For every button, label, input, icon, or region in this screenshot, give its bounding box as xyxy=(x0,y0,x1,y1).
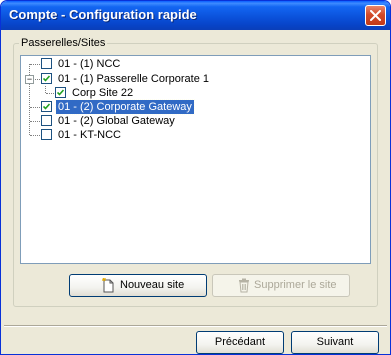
close-button[interactable] xyxy=(365,5,386,26)
new-site-button[interactable]: Nouveau site xyxy=(69,274,207,297)
window-title: Compte - Configuration rapide xyxy=(9,7,197,22)
tree-connector xyxy=(30,135,40,136)
tree-item-label: 01 - (2) Corporate Gateway xyxy=(55,99,195,115)
collapse-toggle-icon[interactable]: − xyxy=(25,75,34,84)
dialog-window: Compte - Configuration rapide Passerelle… xyxy=(0,0,391,355)
new-site-label: Nouveau site xyxy=(120,279,185,291)
tree-item-label: 01 - (1) Passerelle Corporate 1 xyxy=(58,73,210,85)
tree-item-checkbox[interactable] xyxy=(41,115,52,126)
footer-separator xyxy=(4,325,387,327)
dialog-body: Passerelles/Sites − 01 - (1) NCC 01 - (1… xyxy=(4,30,387,354)
tree-connector xyxy=(46,93,54,94)
close-icon xyxy=(370,10,381,21)
tree-item-label: 01 - (1) NCC xyxy=(58,58,121,70)
tree-item-checkbox[interactable] xyxy=(41,73,52,84)
tree-item-label: Corp Site 22 xyxy=(72,87,134,99)
sites-tree[interactable]: − 01 - (1) NCC 01 - (1) Passerelle Corpo… xyxy=(20,55,371,264)
checkmark-icon xyxy=(57,89,64,96)
trash-icon xyxy=(238,278,250,301)
sites-groupbox: Passerelles/Sites − 01 - (1) NCC 01 - (1… xyxy=(13,37,378,307)
new-document-icon xyxy=(102,277,116,301)
delete-site-button[interactable]: Supprimer le site xyxy=(212,274,350,297)
tree-child-line xyxy=(45,86,46,93)
title-bar[interactable]: Compte - Configuration rapide xyxy=(1,1,390,30)
tree-connector xyxy=(30,121,40,122)
checkmark-icon xyxy=(43,75,50,82)
tree-connector xyxy=(30,64,40,65)
checkmark-icon xyxy=(43,103,50,110)
tree-item-label: 01 - (2) Global Gateway xyxy=(58,115,175,127)
tree-connector xyxy=(35,79,40,80)
tree-item-checkbox[interactable] xyxy=(41,101,52,112)
tree-connector xyxy=(30,107,40,108)
tree-item-label: 01 - KT-NCC xyxy=(58,129,121,141)
previous-label: Précédant xyxy=(214,336,266,348)
next-label: Suivant xyxy=(316,336,354,348)
delete-site-label: Supprimer le site xyxy=(254,279,337,291)
tree-item-checkbox[interactable] xyxy=(55,87,66,98)
tree-item-checkbox[interactable] xyxy=(41,129,52,140)
tree-item-checkbox[interactable] xyxy=(41,58,52,69)
groupbox-label: Passerelles/Sites xyxy=(19,37,108,49)
next-button[interactable]: Suivant xyxy=(291,331,379,354)
previous-button[interactable]: Précédant xyxy=(196,331,284,354)
